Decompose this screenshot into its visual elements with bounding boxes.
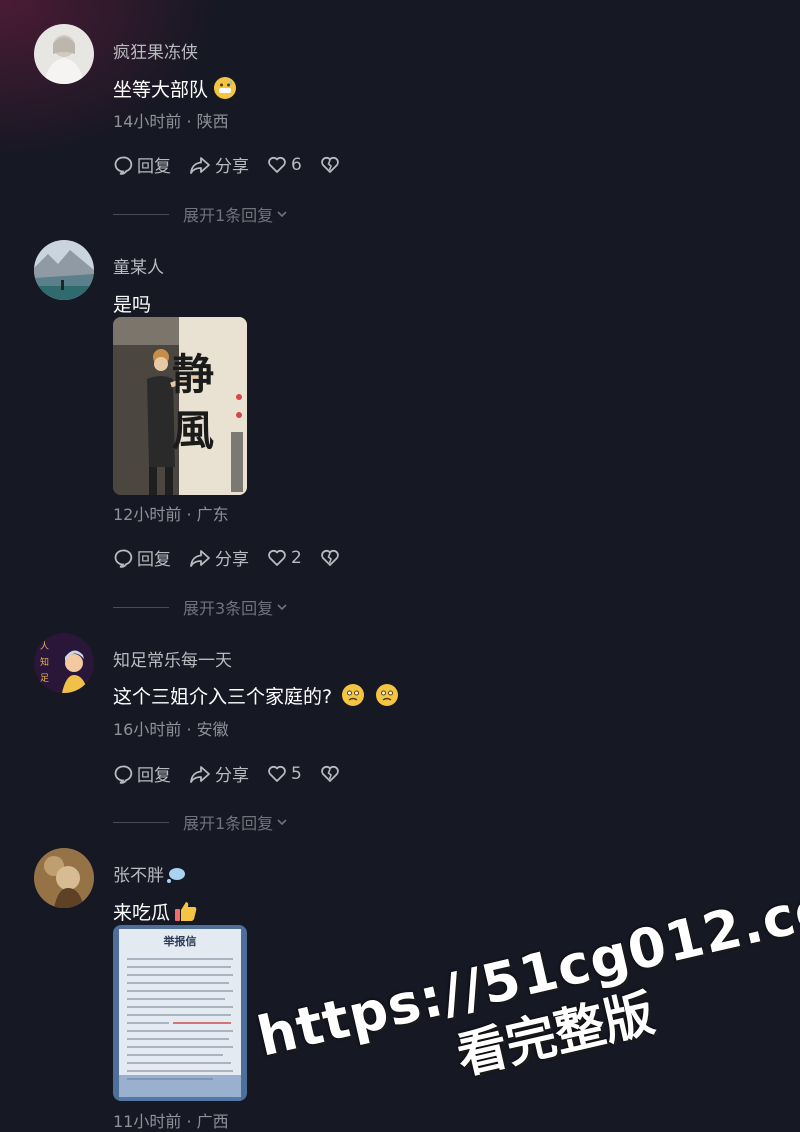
anxious-face-emoji-icon bbox=[376, 684, 399, 706]
comment-actions: 回复 分享 2 bbox=[113, 545, 362, 570]
svg-text:足: 足 bbox=[40, 673, 49, 684]
speech-bubble-icon bbox=[167, 868, 185, 883]
like-count: 2 bbox=[291, 547, 302, 568]
avatar[interactable] bbox=[34, 240, 94, 300]
broken-heart-icon bbox=[321, 156, 339, 173]
reply-icon bbox=[114, 765, 133, 784]
reply-icon bbox=[114, 549, 133, 568]
reply-button[interactable]: 回复 bbox=[113, 761, 171, 786]
divider-line bbox=[113, 606, 169, 608]
comment-text: 来吃瓜 bbox=[113, 898, 198, 925]
share-icon bbox=[190, 549, 210, 567]
image-calligraphy: 静風 bbox=[171, 350, 214, 455]
divider-line bbox=[113, 213, 169, 215]
like-button[interactable]: 2 bbox=[267, 548, 302, 568]
dislike-button[interactable] bbox=[320, 764, 344, 784]
expand-replies-button[interactable]: 展开1条回复 bbox=[113, 810, 289, 834]
comment-meta: 16小时前 · 安徽 bbox=[113, 720, 229, 739]
comment-meta: 11小时前 · 广西 bbox=[113, 1112, 229, 1131]
share-label: 分享 bbox=[215, 157, 249, 177]
share-button[interactable]: 分享 bbox=[189, 761, 249, 786]
anxious-face-emoji-icon bbox=[342, 684, 365, 706]
like-button[interactable]: 5 bbox=[267, 764, 302, 784]
svg-text:知: 知 bbox=[40, 656, 49, 668]
watermark-text: 看完整版 bbox=[451, 983, 660, 1086]
reply-icon bbox=[114, 156, 133, 175]
like-count: 6 bbox=[291, 154, 302, 175]
reply-label: 回复 bbox=[137, 157, 171, 177]
chevron-down-icon bbox=[277, 819, 287, 826]
reply-label: 回复 bbox=[137, 550, 171, 570]
reply-button[interactable]: 回复 bbox=[113, 545, 171, 570]
attached-image[interactable]: 静風 bbox=[113, 317, 247, 495]
share-label: 分享 bbox=[215, 550, 249, 570]
watermark-url: https://51cg012.com bbox=[251, 862, 800, 1069]
comment-meta: 14小时前 · 陕西 bbox=[113, 112, 229, 131]
divider-line bbox=[113, 821, 169, 823]
expand-replies-label: 展开1条回复 bbox=[183, 814, 274, 833]
username-text: 张不胖 bbox=[113, 866, 164, 886]
heart-icon bbox=[268, 549, 286, 566]
expand-replies-button[interactable]: 展开1条回复 bbox=[113, 202, 289, 226]
broken-heart-icon bbox=[321, 549, 339, 566]
comment-text: 坐等大部队 bbox=[113, 75, 237, 102]
comment-actions: 回复 分享 5 bbox=[113, 761, 362, 786]
avatar[interactable] bbox=[34, 848, 94, 908]
watermark-overlay: https://51cg012.com 看完整版 bbox=[228, 779, 800, 1100]
username[interactable]: 张不胖 bbox=[113, 861, 186, 886]
avatar[interactable]: 人 知 足 bbox=[34, 633, 94, 693]
comment-text-content: 坐等大部队 bbox=[113, 79, 209, 101]
document-title: 举报信 bbox=[163, 935, 197, 948]
grinning-sweat-emoji-icon bbox=[214, 77, 237, 99]
share-icon bbox=[190, 765, 210, 783]
username[interactable]: 知足常乐每一天 bbox=[113, 646, 232, 671]
like-count: 5 bbox=[291, 763, 302, 784]
heart-icon bbox=[268, 156, 286, 173]
broken-heart-icon bbox=[321, 765, 339, 782]
share-button[interactable]: 分享 bbox=[189, 152, 249, 177]
comment-text: 这个三姐介入三个家庭的? bbox=[113, 682, 399, 709]
comment-text: 是吗 bbox=[113, 294, 152, 316]
reply-button[interactable]: 回复 bbox=[113, 152, 171, 177]
dislike-button[interactable] bbox=[320, 548, 344, 568]
dislike-button[interactable] bbox=[320, 155, 344, 175]
comment-text-content: 这个三姐介入三个家庭的? bbox=[113, 686, 333, 708]
comment-meta: 12小时前 · 广东 bbox=[113, 505, 229, 524]
thumbs-up-icon bbox=[175, 902, 197, 921]
svg-text:人: 人 bbox=[40, 641, 49, 652]
comment-actions: 回复 分享 6 bbox=[113, 152, 362, 177]
comment-text-content: 来吃瓜 bbox=[113, 902, 171, 924]
share-button[interactable]: 分享 bbox=[189, 545, 249, 570]
share-label: 分享 bbox=[215, 766, 249, 786]
like-button[interactable]: 6 bbox=[267, 155, 302, 175]
expand-replies-button[interactable]: 展开3条回复 bbox=[113, 595, 289, 619]
chevron-down-icon bbox=[277, 604, 287, 611]
reply-label: 回复 bbox=[137, 766, 171, 786]
avatar[interactable] bbox=[34, 24, 94, 84]
expand-replies-label: 展开1条回复 bbox=[183, 206, 274, 225]
username[interactable]: 疯狂果冻侠 bbox=[113, 38, 198, 63]
attached-image[interactable]: 举报信 bbox=[113, 925, 247, 1101]
expand-replies-label: 展开3条回复 bbox=[183, 599, 274, 618]
chevron-down-icon bbox=[277, 211, 287, 218]
username[interactable]: 童某人 bbox=[113, 253, 164, 278]
heart-icon bbox=[268, 765, 286, 782]
share-icon bbox=[190, 156, 210, 174]
